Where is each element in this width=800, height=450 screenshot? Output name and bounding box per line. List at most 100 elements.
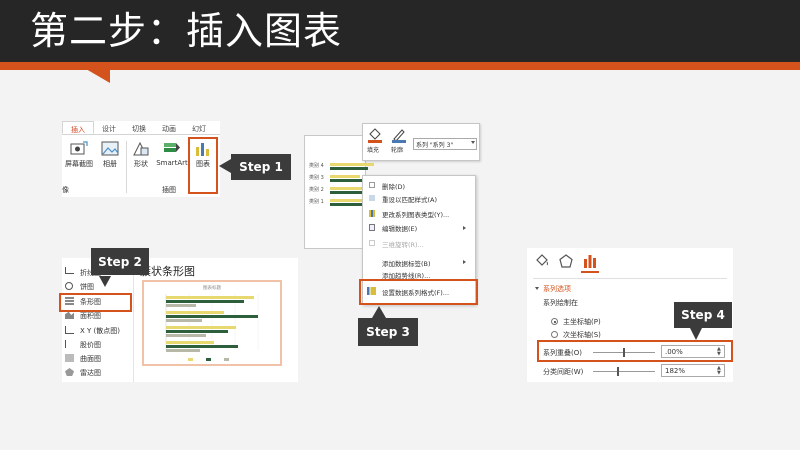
sidebar-item-radar[interactable]: 雷达图 [80, 368, 101, 378]
smartart-button[interactable]: SmartArt [156, 141, 188, 167]
group-label-image: 像 [62, 186, 69, 194]
outline-label: 轮廓 [391, 147, 404, 154]
fill-line-tab[interactable] [535, 254, 549, 270]
overlap-highlight [537, 340, 733, 362]
sidebar-item-surface[interactable]: 曲面图 [80, 354, 101, 364]
chart-bar [330, 175, 360, 178]
chart-bar [330, 191, 364, 194]
gap-spin-icon[interactable]: ▲ ▼ [717, 366, 721, 376]
title-bar: 第二步：插入图表 [0, 0, 800, 62]
submenu-arrow-icon [463, 260, 466, 264]
step1-callout: Step 1 [231, 154, 291, 180]
paint-bucket-icon [536, 254, 548, 266]
surface-chart-icon [65, 354, 74, 362]
primary-axis-radio[interactable] [551, 318, 558, 325]
tab-design[interactable]: 设计 [94, 121, 124, 134]
pentagon-icon [559, 254, 573, 268]
chart-preview[interactable]: 图表标题 [142, 280, 282, 366]
tab-transitions[interactable]: 切换 [124, 121, 154, 134]
tab-animations[interactable]: 动画 [154, 121, 184, 134]
shape-icon [133, 141, 149, 156]
menu-item-delete[interactable]: 删除(D) [382, 181, 405, 191]
sidebar-item-area[interactable]: 面积图 [80, 311, 101, 321]
secondary-axis-label: 次坐标轴(S) [563, 331, 601, 339]
step4-arrow [690, 328, 702, 340]
chart-category-label: 类别 1 [309, 199, 324, 205]
pane-divider [533, 278, 727, 279]
tab-insert[interactable]: 插入 [62, 121, 94, 134]
smartart-icon [164, 143, 180, 152]
series-select[interactable]: 系列 "系列 3" [413, 138, 477, 150]
tab-underline [581, 271, 599, 273]
slide-title: 第二步：插入图表 [30, 9, 343, 53]
collapse-arrow-icon [535, 287, 539, 290]
menu-item-change-type[interactable]: 更改系列图表类型(Y)... [382, 209, 449, 219]
sidebar-item-stock[interactable]: 股价图 [80, 340, 101, 350]
effects-tab[interactable] [559, 254, 573, 270]
menu-item-add-labels[interactable]: 添加数据标签(B) [382, 258, 431, 268]
gap-value: 182% [665, 367, 686, 375]
sidebar-item-pie[interactable]: 饼图 [80, 282, 94, 292]
ribbon-tabs: 插入 设计 切换 动画 幻灯 [62, 121, 220, 135]
chart-bar [330, 199, 366, 202]
fill-label: 填充 [367, 147, 380, 154]
album-button[interactable]: 相册 [98, 141, 122, 169]
chart-category-label: 类别 2 [309, 187, 324, 193]
sidebar-item-scatter[interactable]: X Y (散点图) [80, 326, 120, 336]
step4-callout: Step 4 [674, 302, 732, 328]
fill-button[interactable]: 填充 [367, 127, 385, 154]
chart-bar [330, 167, 368, 170]
pen-icon [392, 129, 406, 143]
submenu-arrow-icon [463, 226, 466, 230]
accent-notch [86, 69, 110, 83]
step3-arrow [372, 306, 386, 318]
chart-category-label: 类别 3 [309, 175, 324, 181]
paint-bucket-icon [368, 128, 382, 143]
delete-icon [369, 182, 375, 188]
outline-button[interactable]: 轮廓 [391, 127, 409, 154]
gap-slider-thumb[interactable] [617, 367, 619, 376]
edit-data-icon [369, 224, 375, 231]
screenshot-label: 屏幕截图 [65, 160, 93, 168]
group-label-illustrations: 插图 [162, 186, 176, 194]
step1-arrow [219, 159, 231, 173]
primary-axis-label: 主坐标轴(P) [563, 318, 601, 326]
accent-bar [0, 62, 800, 70]
chart-category-label: 类别 4 [309, 163, 324, 169]
scatter-chart-icon [65, 326, 74, 334]
album-label: 相册 [103, 160, 117, 168]
pie-chart-icon [65, 282, 73, 290]
reset-icon [369, 195, 375, 201]
shape-button[interactable]: 形状 [130, 141, 152, 169]
screenshot-button[interactable]: 屏幕截图 [64, 141, 94, 169]
step2-arrow [99, 276, 111, 287]
smartart-label: SmartArt [156, 159, 188, 167]
album-icon [101, 141, 119, 156]
radio-dot [553, 320, 556, 323]
gap-input[interactable]: 182% [661, 364, 725, 377]
gap-slider[interactable] [593, 367, 655, 376]
chevron-down-icon [471, 141, 475, 144]
shape-label: 形状 [134, 160, 148, 168]
step3-callout: Step 3 [358, 318, 418, 346]
screenshot-icon [70, 141, 88, 155]
plot-on-label: 系列绘制在 [543, 299, 578, 307]
mini-toolbar: 填充 轮廓 系列 "系列 3" [362, 123, 480, 161]
menu-item-3d-rotate: 三维旋转(R)... [382, 241, 424, 249]
change-chart-type-icon [369, 210, 375, 217]
line-chart-icon [65, 267, 74, 274]
group-divider [126, 141, 127, 193]
chart-dialog-panel: 折线图 饼图 条形图 面积图 X Y (散点图) 股价图 曲面图 雷达图 簇状条… [62, 258, 298, 382]
menu-item-reset[interactable]: 重设以匹配样式(A) [382, 194, 437, 204]
rotate-3d-icon [369, 240, 375, 246]
format-series-highlight [359, 279, 478, 305]
gap-label: 分类间距(W) [543, 368, 584, 376]
series-options-tab[interactable] [583, 254, 597, 270]
preview-bar-chart [165, 294, 259, 361]
tab-slideshow[interactable]: 幻灯 [184, 121, 214, 134]
menu-item-edit-data[interactable]: 编辑数据(E) [382, 223, 417, 233]
stock-chart-icon [65, 340, 74, 348]
bar-chart-icon [584, 255, 596, 268]
secondary-axis-radio[interactable] [551, 331, 558, 338]
section-title[interactable]: 系列选项 [543, 284, 571, 294]
